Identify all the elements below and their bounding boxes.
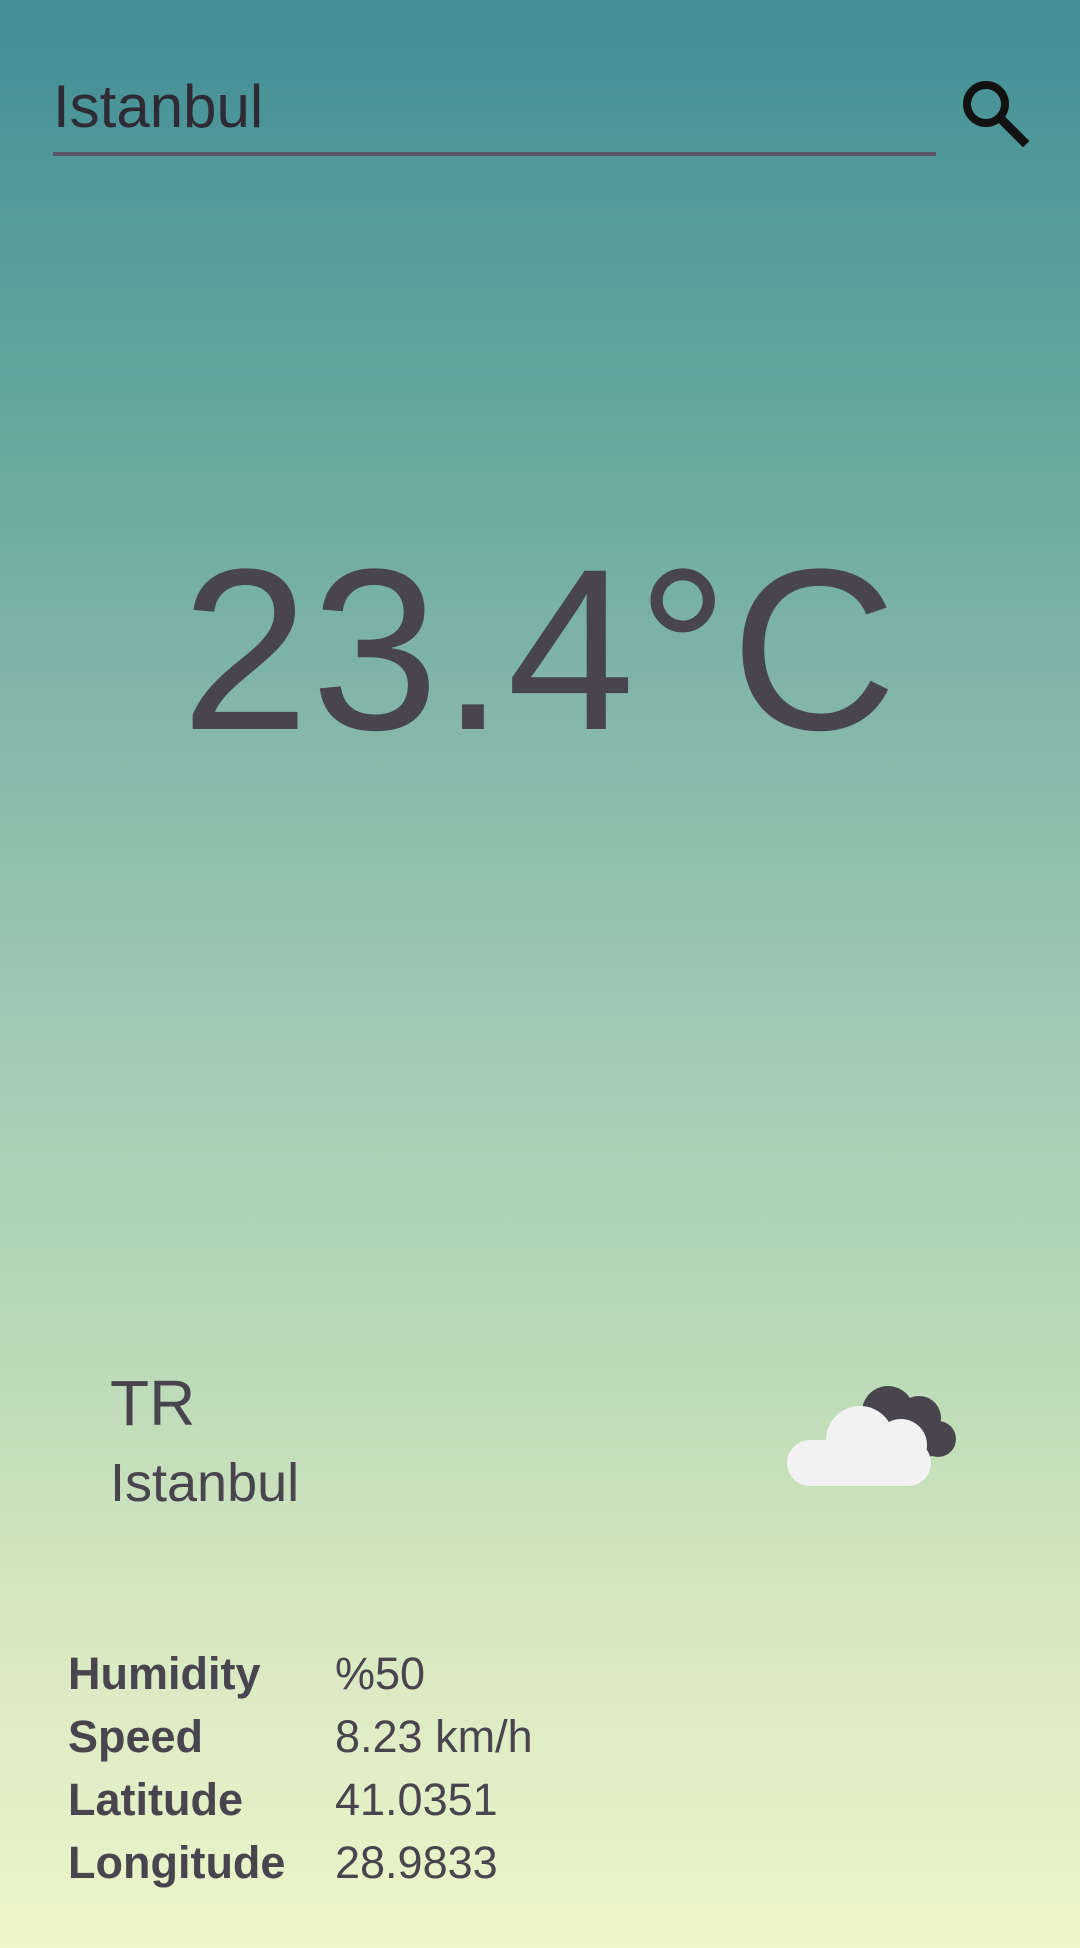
city-name: Istanbul: [110, 1453, 300, 1513]
weather-details: Humidity %50 Speed 8.23 km/h Latitude 41…: [68, 1642, 533, 1894]
city-search-input[interactable]: [53, 60, 936, 156]
search-icon: [963, 81, 1029, 147]
latitude-label: Latitude: [68, 1773, 243, 1825]
search-button[interactable]: [952, 70, 1036, 154]
partly-cloudy-icon: [784, 1376, 960, 1496]
speed-label: Speed: [68, 1710, 204, 1762]
speed-value: 8.23 km/h: [335, 1710, 533, 1762]
longitude-label: Longitude: [68, 1836, 286, 1888]
speed-row: Speed 8.23 km/h: [68, 1705, 533, 1768]
search-bar: [53, 60, 936, 160]
longitude-value: 28.9833: [335, 1836, 498, 1888]
temperature-value: 23.4°C: [181, 521, 899, 778]
latitude-row: Latitude 41.0351: [68, 1768, 533, 1831]
humidity-row: Humidity %50: [68, 1642, 533, 1705]
humidity-value: %50: [335, 1647, 426, 1699]
location-block: TR Istanbul: [110, 1366, 299, 1520]
longitude-row: Longitude 28.9833: [68, 1831, 533, 1894]
latitude-value: 41.0351: [335, 1773, 498, 1825]
humidity-label: Humidity: [68, 1647, 261, 1699]
country-code: TR: [110, 1367, 196, 1439]
